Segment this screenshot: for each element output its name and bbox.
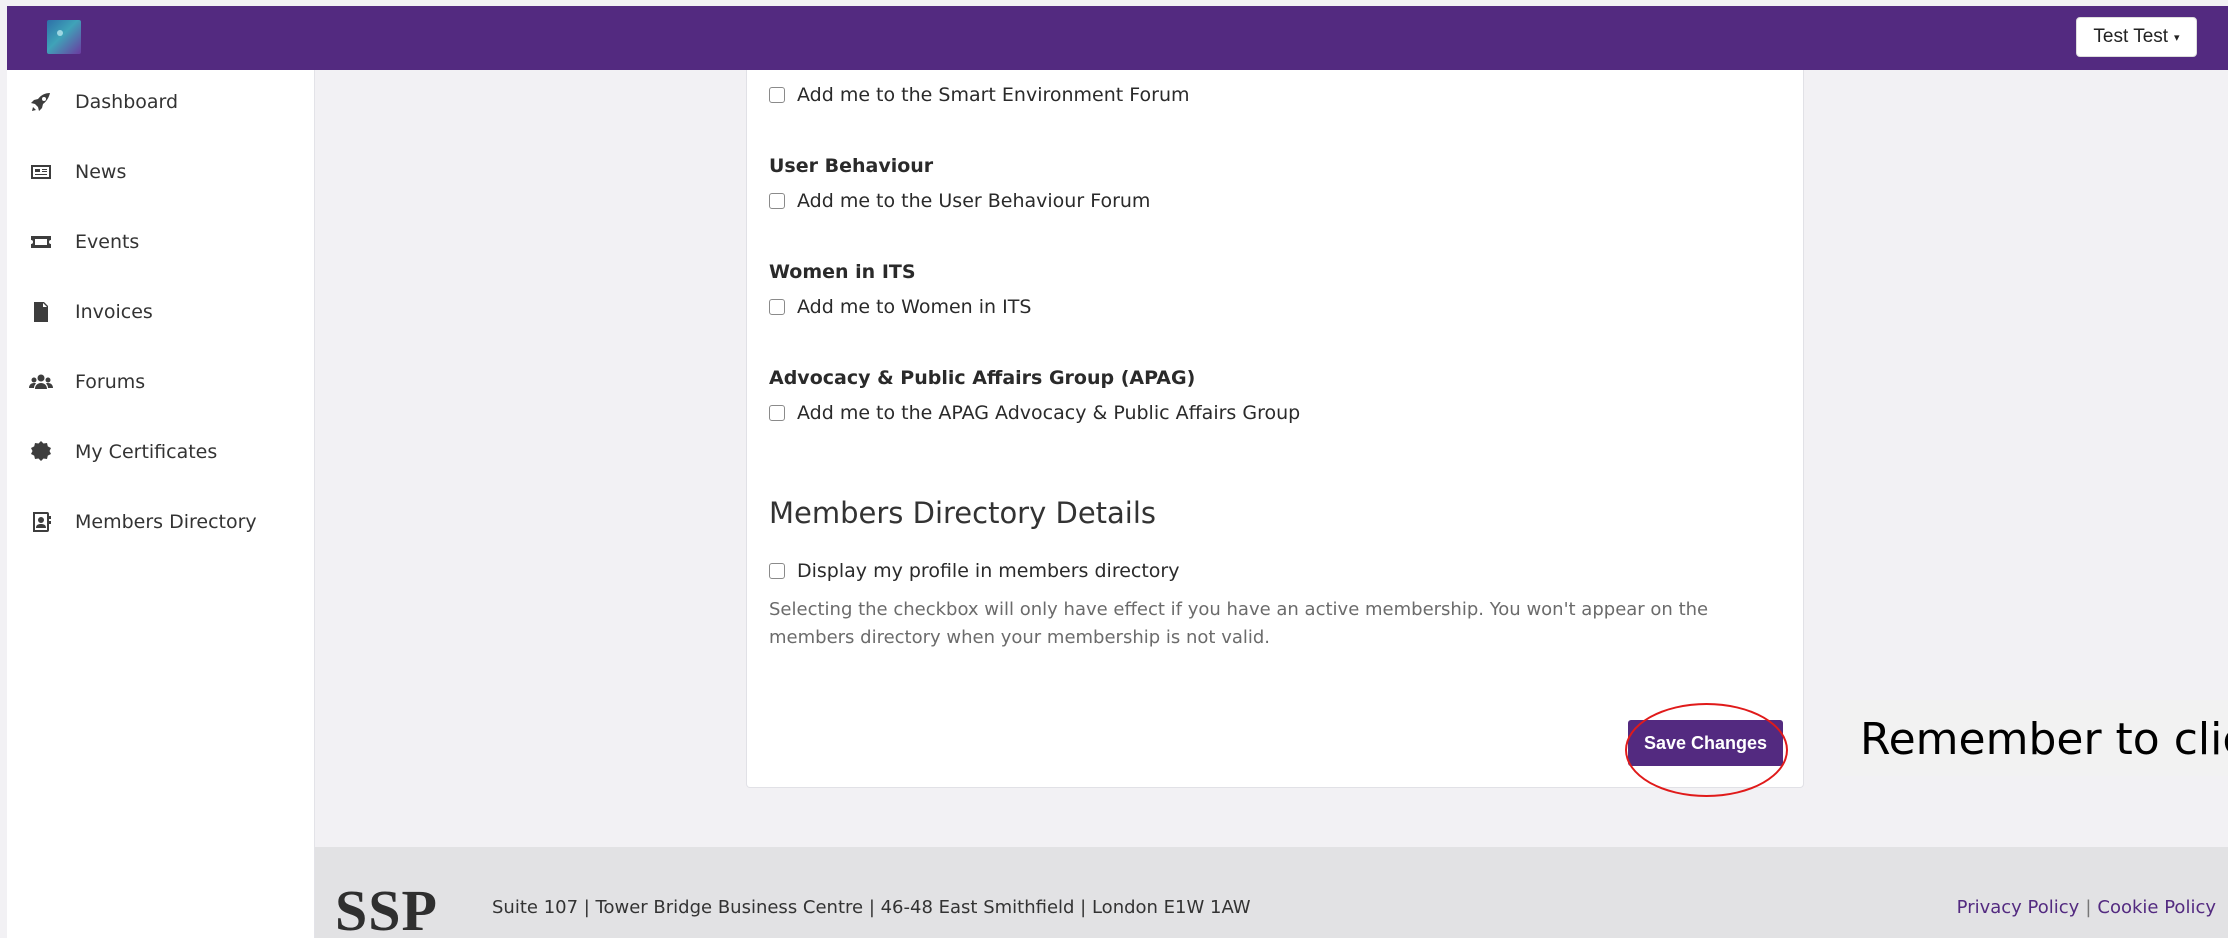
newspaper-icon [27,158,55,186]
women-in-its-checkbox-row[interactable]: Add me to Women in ITS [769,296,1031,318]
members-directory-section-title: Members Directory Details [769,496,1157,530]
sidebar: Dashboard News Events Invoices Forums My… [7,70,315,938]
rocket-icon [27,88,55,116]
checkbox-label: Display my profile in members directory [797,560,1180,582]
user-menu-label: Test Test [2093,26,2169,47]
sidebar-item-my-certificates[interactable]: My Certificates [7,427,315,477]
smart-environment-forum-checkbox-row[interactable]: Add me to the Smart Environment Forum [769,84,1190,106]
checkbox-label: Add me to the Smart Environment Forum [797,84,1190,106]
users-icon [27,368,55,396]
certificate-icon [27,438,55,466]
women-in-its-checkbox[interactable] [769,299,785,315]
sidebar-item-forums[interactable]: Forums [7,357,315,407]
sidebar-item-label: Invoices [75,301,153,323]
address-book-icon [27,508,55,536]
sidebar-item-events[interactable]: Events [7,217,315,267]
app-logo[interactable] [47,20,81,54]
user-behaviour-forum-checkbox-row[interactable]: Add me to the User Behaviour Forum [769,190,1150,212]
chevron-down-icon: ▾ [2174,31,2180,44]
forum-preferences-card: Add me to the Smart Environment Forum Us… [746,70,1804,788]
top-navbar: Test Test ▾ [7,6,2228,70]
sidebar-item-label: Events [75,231,140,253]
apag-checkbox[interactable] [769,405,785,421]
save-changes-button[interactable]: Save Changes [1628,720,1783,766]
sidebar-item-label: Members Directory [75,511,257,533]
group-title-women-in-its: Women in ITS [769,261,916,283]
sidebar-item-news[interactable]: News [7,147,315,197]
directory-help-text: Selecting the checkbox will only have ef… [769,599,1709,648]
user-menu-button[interactable]: Test Test ▾ [2076,17,2197,57]
sidebar-item-invoices[interactable]: Invoices [7,287,315,337]
checkbox-label: Add me to Women in ITS [797,296,1032,318]
user-behaviour-forum-checkbox[interactable] [769,193,785,209]
display-profile-checkbox[interactable] [769,563,785,579]
privacy-policy-link[interactable]: Privacy Policy [1957,897,2080,918]
ticket-icon [27,228,55,256]
group-title-user-behaviour: User Behaviour [769,155,934,177]
checkbox-label: Add me to the APAG Advocacy & Public Aff… [797,402,1301,424]
group-title-apag: Advocacy & Public Affairs Group (APAG) [769,367,1196,389]
callout-text: Remember to click Save Changes [1860,714,2228,765]
sidebar-item-label: My Certificates [75,441,218,463]
footer-address: Suite 107 | Tower Bridge Business Centre… [492,897,1251,918]
instruction-callout: Remember to click Save Changes [1840,700,2228,776]
sidebar-item-members-directory[interactable]: Members Directory [7,497,315,547]
footer-link-separator: | [2085,897,2092,918]
sidebar-item-label: Dashboard [75,91,179,113]
cookie-policy-link[interactable]: Cookie Policy [2097,897,2216,918]
footer-logo: SSP [335,878,438,938]
sidebar-item-label: News [75,161,127,183]
sidebar-item-dashboard[interactable]: Dashboard [7,77,315,127]
invoice-icon [27,298,55,326]
smart-environment-forum-checkbox[interactable] [769,87,785,103]
footer-links: Privacy Policy | Cookie Policy [1957,897,2216,918]
apag-checkbox-row[interactable]: Add me to the APAG Advocacy & Public Aff… [769,402,1300,424]
footer: SSP Suite 107 | Tower Bridge Business Ce… [315,847,2228,938]
checkbox-label: Add me to the User Behaviour Forum [797,190,1151,212]
display-profile-checkbox-row[interactable]: Display my profile in members directory [769,560,1180,582]
sidebar-item-label: Forums [75,371,146,393]
